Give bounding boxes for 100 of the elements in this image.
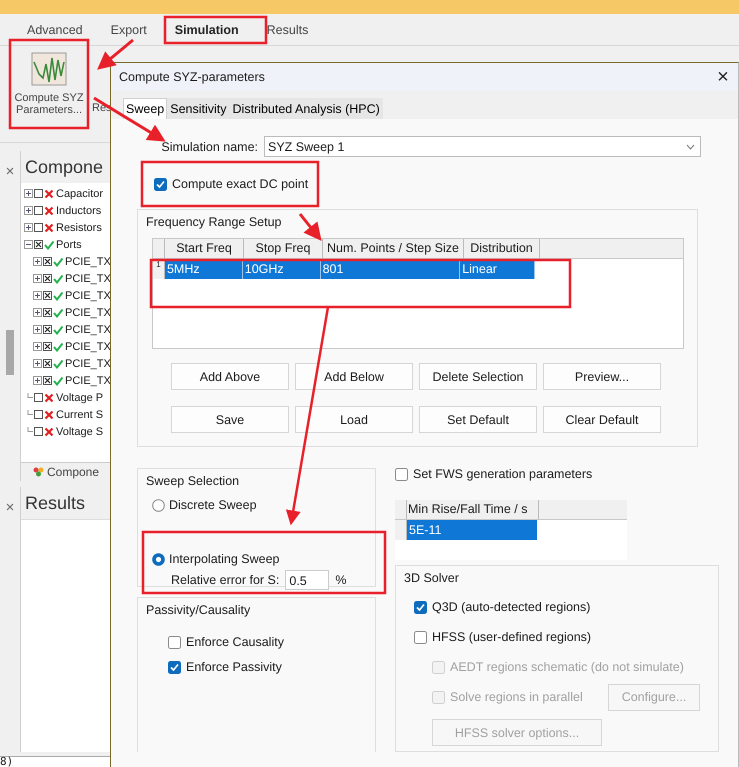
expand-icon[interactable] bbox=[33, 308, 42, 317]
column-header[interactable]: Num. Points / Step Size bbox=[323, 239, 464, 258]
checkbox[interactable] bbox=[43, 325, 52, 334]
checkbox[interactable] bbox=[154, 178, 167, 190]
radio-label: Discrete Sweep bbox=[169, 498, 257, 512]
close-button[interactable]: × bbox=[708, 66, 738, 88]
tab[interactable]: Distributed Analysis (HPC) bbox=[230, 98, 383, 119]
checkbox-label: Enforce Causality bbox=[186, 635, 284, 649]
table-cell: 5MHz bbox=[164, 259, 243, 279]
expand-icon[interactable] bbox=[33, 257, 42, 266]
expand-icon[interactable] bbox=[24, 223, 33, 232]
dialog-button[interactable]: Add Above bbox=[171, 363, 289, 390]
expand-icon[interactable] bbox=[33, 291, 42, 300]
tab[interactable]: Sweep bbox=[123, 98, 168, 119]
tree-item[interactable]: PCIE_TX bbox=[65, 358, 111, 370]
expand-icon[interactable] bbox=[33, 325, 42, 334]
tree-item[interactable]: Voltage P bbox=[56, 392, 104, 404]
collapse-icon[interactable] bbox=[24, 240, 33, 249]
table-row[interactable]: 5E-11 bbox=[395, 520, 537, 540]
expand-icon[interactable] bbox=[33, 274, 42, 283]
table-cell: 801 bbox=[320, 259, 460, 279]
dialog-button[interactable]: Set Default bbox=[419, 406, 537, 433]
dialog-title: Compute SYZ-parameters bbox=[119, 70, 265, 84]
radio-button[interactable] bbox=[152, 552, 165, 566]
tree-item[interactable]: PCIE_TX bbox=[65, 324, 111, 336]
checkbox[interactable] bbox=[34, 189, 43, 198]
tree-item[interactable]: Voltage S bbox=[56, 426, 104, 438]
close-icon[interactable]: × bbox=[6, 487, 14, 752]
tab[interactable]: Sensitivity bbox=[167, 98, 230, 119]
checkbox[interactable] bbox=[43, 376, 52, 385]
close-icon[interactable]: × bbox=[6, 151, 14, 180]
checkbox-label: Compute exact DC point bbox=[172, 177, 308, 191]
checkbox[interactable] bbox=[168, 636, 181, 648]
dialog-button[interactable]: Delete Selection bbox=[419, 363, 537, 390]
column-header[interactable]: Start Freq bbox=[165, 239, 244, 258]
components-icon bbox=[33, 467, 44, 477]
checkbox[interactable] bbox=[43, 308, 52, 317]
group-title: Passivity/Causality bbox=[145, 602, 250, 617]
ribbon-tab[interactable]: Advanced bbox=[27, 22, 83, 36]
field-label: Simulation name: bbox=[160, 140, 258, 154]
checkbox[interactable] bbox=[34, 427, 43, 436]
checkbox[interactable] bbox=[414, 630, 427, 644]
dialog-button[interactable]: Add Below bbox=[295, 363, 413, 390]
checkbox[interactable] bbox=[34, 223, 43, 232]
checkbox[interactable] bbox=[43, 257, 52, 266]
expand-icon[interactable] bbox=[33, 342, 42, 351]
checkbox[interactable] bbox=[395, 468, 408, 480]
tree-item[interactable]: PCIE_TX bbox=[65, 340, 111, 352]
expand-icon[interactable] bbox=[24, 206, 33, 215]
tree-item[interactable]: PCIE_TX bbox=[65, 374, 111, 386]
compute-syz-button[interactable]: Compute SYZ Parameters... bbox=[12, 46, 86, 116]
ribbon-tab[interactable]: Simulation bbox=[174, 22, 239, 36]
tree-item[interactable]: Capacitor bbox=[56, 188, 104, 200]
table-cell: 10GHz bbox=[242, 259, 321, 279]
checkbox[interactable] bbox=[34, 206, 43, 215]
ribbon-tab[interactable]: Export bbox=[110, 22, 147, 36]
group-title: Frequency Range Setup bbox=[145, 214, 282, 229]
radio-label: Interpolating Sweep bbox=[169, 552, 280, 566]
checkbox-label: Q3D (auto-detected regions) bbox=[432, 600, 590, 614]
dialog-button[interactable]: Save bbox=[171, 406, 289, 433]
simulation-name-dropdown[interactable]: SYZ Sweep 1 bbox=[264, 136, 701, 157]
tree-item[interactable]: PCIE_TX bbox=[65, 272, 111, 284]
ribbon-tab[interactable]: Results bbox=[266, 22, 308, 36]
table-cell-text: 5E-11 bbox=[408, 522, 442, 539]
dialog-button[interactable]: Preview... bbox=[543, 363, 661, 390]
expand-icon[interactable] bbox=[33, 359, 42, 368]
checkbox[interactable] bbox=[43, 274, 52, 283]
column-header[interactable]: Stop Freq bbox=[244, 239, 323, 258]
checkbox[interactable] bbox=[168, 660, 181, 674]
tree-item[interactable]: PCIE_TX bbox=[65, 256, 111, 268]
annotation-arrow bbox=[298, 213, 322, 242]
dialog-button[interactable]: Load bbox=[295, 406, 413, 433]
checkbox-label: Solve regions in parallel bbox=[450, 690, 583, 704]
waveform-icon bbox=[31, 52, 67, 86]
column-header[interactable]: Distribution bbox=[464, 239, 540, 258]
tree-item[interactable]: Inductors bbox=[56, 204, 102, 216]
expand-icon[interactable] bbox=[33, 376, 42, 385]
field-label: Relative error for S: bbox=[171, 573, 280, 587]
radio-button[interactable] bbox=[152, 498, 165, 512]
checkbox[interactable] bbox=[43, 359, 52, 368]
group-title: Sweep Selection bbox=[145, 473, 240, 488]
checkbox[interactable] bbox=[34, 393, 43, 402]
checkbox[interactable] bbox=[43, 342, 52, 351]
tree-item[interactable]: Resistors bbox=[56, 222, 102, 234]
dialog-button[interactable]: Clear Default bbox=[543, 406, 661, 433]
checkbox[interactable] bbox=[34, 410, 43, 419]
tree-item[interactable]: PCIE_TX bbox=[65, 290, 111, 302]
checkbox[interactable] bbox=[414, 600, 427, 614]
checkbox[interactable] bbox=[43, 291, 52, 300]
tree-item[interactable]: PCIE_TX bbox=[65, 306, 111, 318]
checkbox[interactable] bbox=[34, 240, 43, 249]
tree-item[interactable]: Ports bbox=[56, 238, 82, 250]
expand-icon[interactable] bbox=[24, 189, 33, 198]
relative-error-field[interactable]: 0.5 bbox=[285, 570, 330, 590]
checkbox-label: Set FWS generation parameters bbox=[413, 467, 592, 481]
scrollbar-thumb[interactable] bbox=[6, 330, 14, 375]
status-text: 8) bbox=[0, 756, 110, 767]
checkbox-label: HFSS (user-defined regions) bbox=[432, 630, 592, 644]
tree-item[interactable]: Current S bbox=[56, 408, 104, 420]
table-cell: Linear bbox=[460, 259, 535, 279]
